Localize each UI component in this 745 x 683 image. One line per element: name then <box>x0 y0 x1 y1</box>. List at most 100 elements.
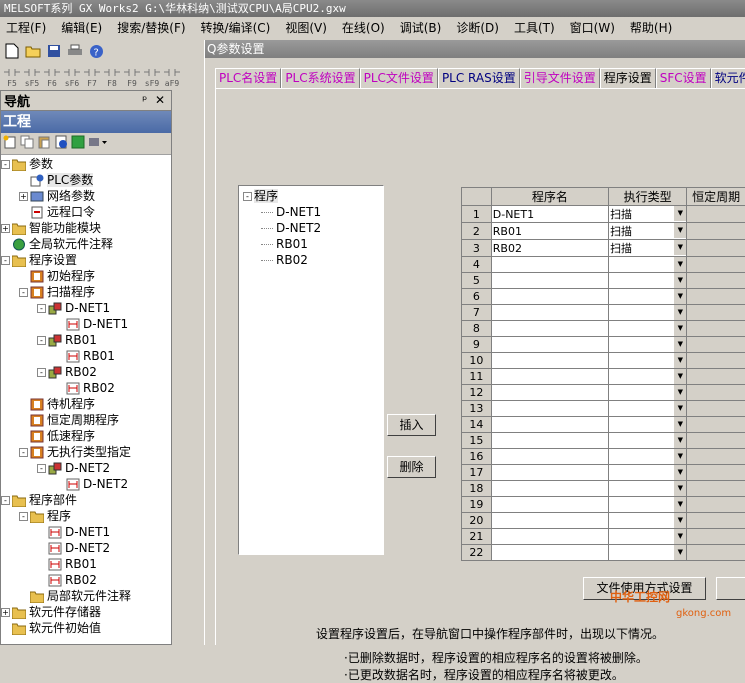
fixed-cycle-cell[interactable] <box>687 417 745 433</box>
table-row[interactable]: 12▼ <box>462 385 745 401</box>
tree-node[interactable]: -程序部件 <box>1 492 77 508</box>
program-name-cell[interactable] <box>491 257 608 273</box>
program-tree-item[interactable]: RB01 <box>261 236 308 252</box>
open-folder-icon[interactable] <box>23 41 43 61</box>
program-name-cell[interactable] <box>491 289 608 305</box>
table-row[interactable]: 10▼ <box>462 353 745 369</box>
table-row[interactable]: 2RB01扫描▼ <box>462 223 745 240</box>
tree-node[interactable]: 初始程序 <box>30 268 95 284</box>
options-dropdown-icon[interactable] <box>88 135 108 152</box>
program-name-cell[interactable] <box>491 529 608 545</box>
tab[interactable]: SFC设置 <box>656 68 711 88</box>
table-row[interactable]: 18▼ <box>462 481 745 497</box>
execution-type-cell[interactable]: ▼ <box>609 481 687 497</box>
collapse-icon[interactable]: - <box>243 192 252 201</box>
table-row[interactable]: 17▼ <box>462 465 745 481</box>
table-row[interactable]: 13▼ <box>462 401 745 417</box>
program-name-cell[interactable] <box>491 337 608 353</box>
table-row[interactable]: 3RB02扫描▼ <box>462 240 745 257</box>
ladder-tool-button[interactable]: F7 <box>82 68 102 88</box>
table-row[interactable]: 14▼ <box>462 417 745 433</box>
fixed-cycle-cell[interactable] <box>687 240 745 257</box>
tree-node[interactable]: +智能功能模块 <box>1 220 101 236</box>
tree-node[interactable]: D-NET2 <box>66 476 128 492</box>
fixed-cycle-cell[interactable] <box>687 337 745 353</box>
tree-node[interactable]: 软元件初始值 <box>12 620 101 636</box>
table-row[interactable]: 19▼ <box>462 497 745 513</box>
program-name-cell[interactable] <box>491 321 608 337</box>
menu-item[interactable]: 转换/编译(C) <box>195 19 280 36</box>
tree-node[interactable]: D-NET2 <box>48 540 110 556</box>
execution-type-cell[interactable]: ▼ <box>609 417 687 433</box>
tree-node[interactable]: 局部软元件注释 <box>30 588 131 604</box>
tree-node[interactable]: 远程口令 <box>30 204 95 220</box>
menu-item[interactable]: 窗口(W) <box>564 19 624 36</box>
fixed-cycle-cell[interactable] <box>687 273 745 289</box>
execution-type-cell[interactable]: ▼ <box>609 369 687 385</box>
menu-item[interactable]: 编辑(E) <box>55 19 111 36</box>
program-name-cell[interactable] <box>491 353 608 369</box>
execution-type-cell[interactable]: ▼ <box>609 433 687 449</box>
table-row[interactable]: 15▼ <box>462 433 745 449</box>
table-row[interactable]: 20▼ <box>462 513 745 529</box>
program-name-cell[interactable] <box>491 305 608 321</box>
execution-type-cell[interactable]: ▼ <box>609 529 687 545</box>
collapse-icon[interactable]: - <box>37 336 46 345</box>
collapse-icon[interactable]: - <box>37 464 46 473</box>
ladder-tool-button[interactable]: F6 <box>42 68 62 88</box>
program-name-cell[interactable]: D-NET1 <box>491 206 608 223</box>
ladder-tool-button[interactable]: sF5 <box>22 68 42 88</box>
refresh-icon[interactable] <box>71 135 85 152</box>
tree-node[interactable]: D-NET1 <box>48 524 110 540</box>
table-row[interactable]: 16▼ <box>462 449 745 465</box>
tree-node[interactable]: -扫描程序 <box>19 284 95 300</box>
table-row[interactable]: 7▼ <box>462 305 745 321</box>
collapse-icon[interactable]: - <box>1 160 10 169</box>
fixed-cycle-cell[interactable] <box>687 529 745 545</box>
fixed-cycle-cell[interactable] <box>687 257 745 273</box>
table-row[interactable]: 4▼ <box>462 257 745 273</box>
collapse-icon[interactable]: - <box>19 512 28 521</box>
menu-item[interactable]: 视图(V) <box>279 19 336 36</box>
program-tree-root[interactable]: -程序 <box>243 188 278 204</box>
tree-node[interactable]: RB02 <box>48 572 97 588</box>
program-name-cell[interactable]: RB01 <box>491 223 608 240</box>
program-name-cell[interactable] <box>491 369 608 385</box>
table-row[interactable]: 1D-NET1扫描▼ <box>462 206 745 223</box>
menu-item[interactable]: 调试(B) <box>394 19 451 36</box>
tree-node[interactable]: RB02 <box>66 380 115 396</box>
tree-node[interactable]: -程序设置 <box>1 252 77 268</box>
ladder-tool-button[interactable]: F5 <box>2 68 22 88</box>
pane-splitter[interactable] <box>172 90 204 645</box>
tree-node[interactable]: PLC参数 <box>30 172 93 188</box>
menu-item[interactable]: 诊断(D) <box>450 19 508 36</box>
dropdown-arrow-icon[interactable]: ▼ <box>673 513 686 528</box>
table-row[interactable]: 8▼ <box>462 321 745 337</box>
dropdown-arrow-icon[interactable]: ▼ <box>673 401 686 416</box>
table-row[interactable]: 22▼ <box>462 545 745 561</box>
ladder-tool-button[interactable]: F9 <box>122 68 142 88</box>
menu-item[interactable]: 工具(T) <box>508 19 564 36</box>
partial-button[interactable] <box>716 577 745 600</box>
expand-icon[interactable]: + <box>1 224 10 233</box>
program-name-cell[interactable] <box>491 449 608 465</box>
fixed-cycle-cell[interactable] <box>687 206 745 223</box>
dropdown-arrow-icon[interactable]: ▼ <box>673 465 686 480</box>
tree-node[interactable]: RB01 <box>48 556 97 572</box>
tab[interactable]: 程序设置 <box>600 68 656 88</box>
fixed-cycle-cell[interactable] <box>687 481 745 497</box>
table-row[interactable]: 5▼ <box>462 273 745 289</box>
tree-node[interactable]: D-NET1 <box>66 316 128 332</box>
dropdown-arrow-icon[interactable]: ▼ <box>673 289 686 304</box>
execution-type-cell[interactable]: ▼ <box>609 305 687 321</box>
fixed-cycle-cell[interactable] <box>687 305 745 321</box>
execution-type-cell[interactable]: ▼ <box>609 497 687 513</box>
dropdown-arrow-icon[interactable]: ▼ <box>673 529 686 544</box>
paste-icon[interactable] <box>37 135 51 152</box>
dropdown-arrow-icon[interactable]: ▼ <box>673 321 686 336</box>
dropdown-arrow-icon[interactable]: ▼ <box>673 385 686 400</box>
dropdown-arrow-icon[interactable]: ▼ <box>673 449 686 464</box>
execution-type-cell[interactable]: ▼ <box>609 449 687 465</box>
program-name-cell[interactable] <box>491 433 608 449</box>
tree-node[interactable]: -RB01 <box>37 332 97 348</box>
